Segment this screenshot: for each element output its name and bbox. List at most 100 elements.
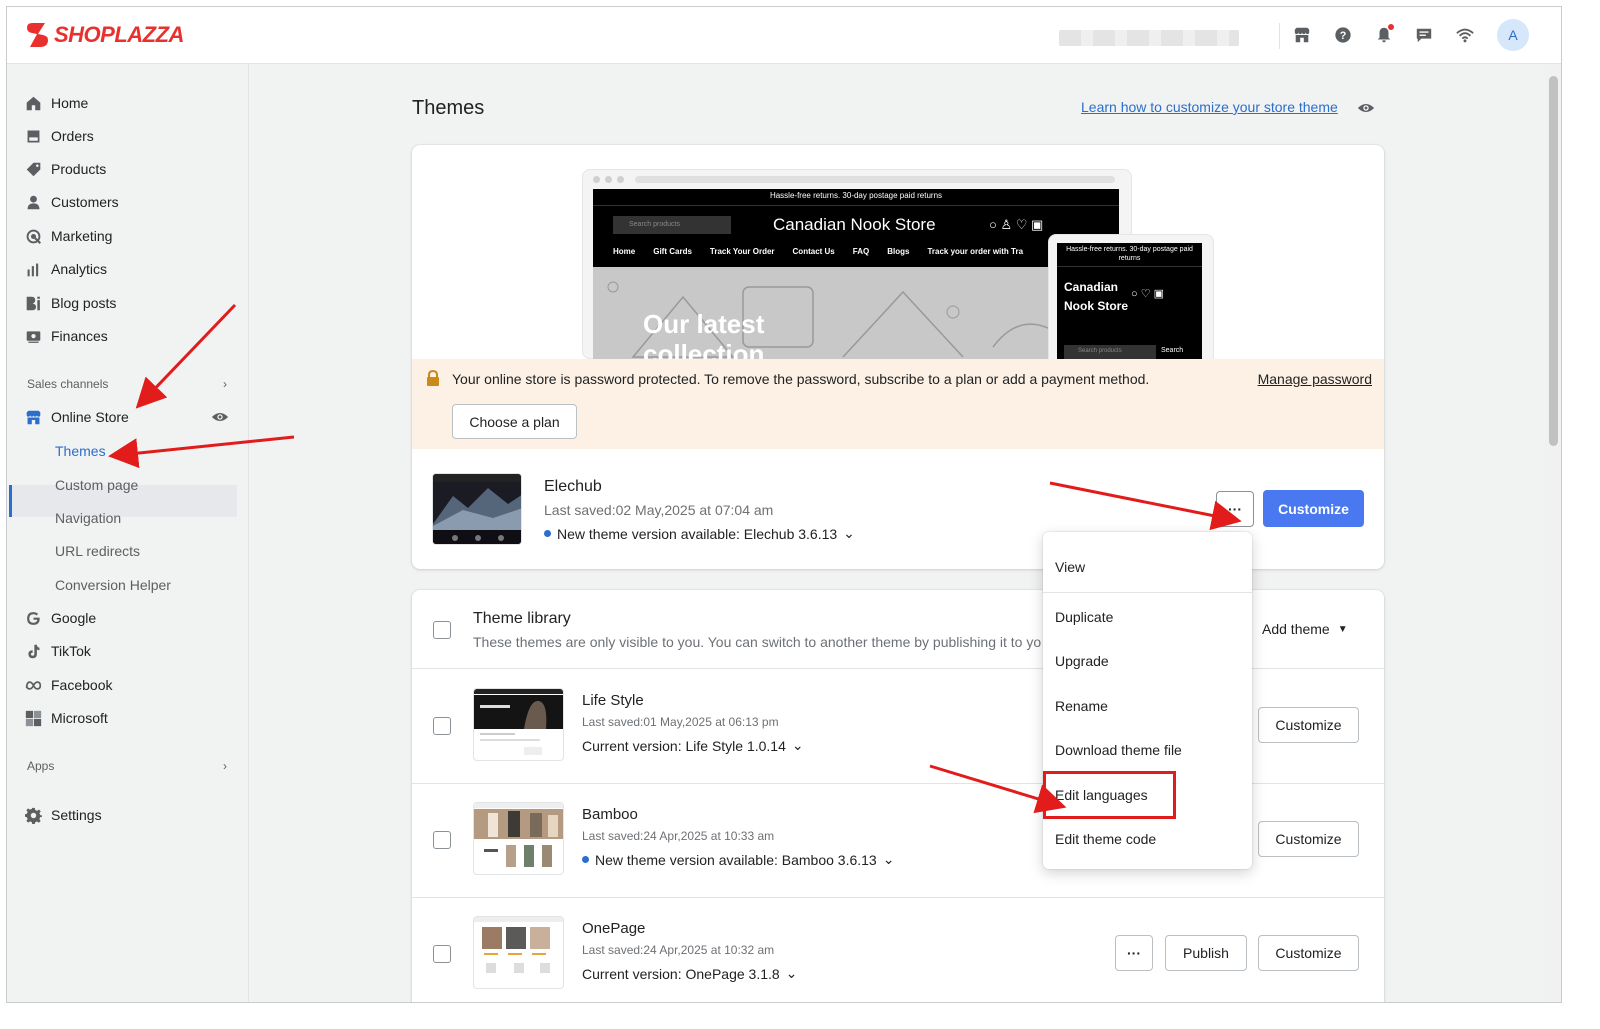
menu-item-rename[interactable]: Rename [1055,698,1108,714]
menu-item-duplicate[interactable]: Duplicate [1055,609,1113,625]
customize-button[interactable]: Customize [1258,935,1359,971]
menu-item-view[interactable]: View [1055,559,1085,575]
preview-hero-text: Our latest collection [643,309,765,359]
sidebar-item-label: Microsoft [51,710,108,726]
sidebar-item-label: Customers [51,194,119,210]
theme-library-title: Theme library [473,610,571,627]
sidebar-item-label: Finances [51,328,108,344]
sidebar-item-themes[interactable]: Themes [55,438,106,464]
sidebar-item-marketing[interactable]: Marketing [23,222,112,250]
sidebar-item-facebook[interactable]: Facebook [23,671,112,699]
brand-name: SHOPLAZZA [54,22,184,47]
add-theme-button[interactable]: Add theme ▼ [1262,621,1348,637]
sidebar-item-conversion-helper[interactable]: Conversion Helper [55,572,171,598]
sidebar-item-tiktok[interactable]: TikTok [23,637,91,665]
store-icon[interactable] [1290,23,1314,47]
chevron-right-icon: › [223,759,227,773]
theme-thumbnail [473,916,564,989]
sidebar-item-microsoft[interactable]: Microsoft [23,704,108,732]
select-all-checkbox[interactable] [433,621,451,639]
preview-store-name: Canadian Nook Store [773,215,936,234]
sidebar-item-online-store[interactable]: Online Store [23,403,229,431]
sidebar-item-finances[interactable]: Finances [23,322,108,350]
gear-icon [23,805,43,825]
blog-icon [23,293,43,313]
version-notice-text: New theme version available: Elechub 3.6… [557,525,838,542]
current-theme-thumbnail [432,473,522,545]
password-banner: Your online store is password protected.… [412,359,1384,449]
chevron-down-icon: ⌄ [843,525,855,541]
menu-item-edit-theme-code[interactable]: Edit theme code [1055,831,1156,847]
page-scrollbar[interactable] [1545,64,1561,1002]
learn-customize-link[interactable]: Learn how to customize your store theme [1081,99,1338,115]
mobile-search: Search products [1064,345,1156,359]
sidebar-item-customers[interactable]: Customers [23,188,119,216]
eye-icon[interactable] [1357,99,1375,122]
store-icon [23,407,43,427]
chat-icon[interactable] [1412,23,1436,47]
theme-version[interactable]: Current version: OnePage 3.1.8 ⌄ [582,965,797,982]
sidebar-item-home[interactable]: Home [23,89,88,117]
avatar[interactable]: A [1497,19,1529,51]
menu-divider [1043,592,1252,593]
current-theme-version-notice[interactable]: New theme version available: Elechub 3.6… [544,525,855,542]
customize-button[interactable]: Customize [1258,707,1359,743]
sidebar-item-label: Marketing [51,228,113,244]
theme-checkbox[interactable] [433,831,451,849]
scrollbar-thumb[interactable] [1549,76,1558,446]
manage-password-link[interactable]: Manage password [1258,371,1372,387]
topbar-divider [1279,23,1280,49]
eye-icon[interactable] [211,408,229,426]
sales-channels-header[interactable]: Sales channels › [27,377,227,391]
sidebar-item-settings[interactable]: Settings [23,801,102,829]
apps-header[interactable]: Apps › [27,759,227,773]
mobile-promo: Hassle-free returns. 30-day postage paid… [1066,246,1193,262]
sidebar-item-blog-posts[interactable]: Blog posts [23,289,116,317]
publish-button[interactable]: Publish [1165,935,1247,971]
theme-version[interactable]: Current version: Life Style 1.0.14 ⌄ [582,737,804,754]
preview-search: Search products [613,216,731,234]
brand-logo[interactable]: SHOPLAZZA [26,22,184,48]
sidebar-item-analytics[interactable]: Analytics [23,255,107,283]
sidebar-item-custom-page[interactable]: Custom page [55,472,138,498]
top-bar: SHOPLAZZA ? A [7,7,1561,64]
svg-text:?: ? [1340,30,1347,42]
choose-plan-button[interactable]: Choose a plan [452,404,577,439]
wifi-icon[interactable] [1453,23,1477,47]
analytics-icon [23,259,43,279]
current-theme-name: Elechub [544,478,602,495]
sidebar-item-google[interactable]: Google [23,604,96,632]
menu-item-download-theme-file[interactable]: Download theme file [1055,742,1182,758]
chevron-right-icon: › [223,377,227,391]
current-theme-card: Hassle-free returns. 30-day postage paid… [412,145,1384,569]
sidebar-item-navigation[interactable]: Navigation [55,505,121,531]
sidebar-item-url-redirects[interactable]: URL redirects [55,538,140,564]
shoplazza-logo-icon [27,23,48,47]
sidebar-item-products[interactable]: Products [23,155,106,183]
customize-button[interactable]: Customize [1258,821,1359,857]
more-actions-button[interactable]: ··· [1216,491,1254,527]
desktop-store-screen: Hassle-free returns. 30-day postage paid… [593,189,1119,359]
tag-icon [23,159,43,179]
help-icon[interactable]: ? [1331,23,1355,47]
apps-label: Apps [27,759,55,773]
sidebar-item-label: Facebook [51,677,113,693]
meta-icon [23,675,43,695]
customize-button[interactable]: Customize [1263,490,1364,527]
sidebar-item-label: Settings [51,807,102,823]
bell-icon[interactable] [1372,23,1396,47]
theme-last-saved: Last saved:01 May,2025 at 06:13 pm [582,715,779,729]
theme-checkbox[interactable] [433,717,451,735]
more-actions-button[interactable]: ··· [1115,935,1153,971]
theme-preview: Hassle-free returns. 30-day postage paid… [582,169,1214,359]
theme-checkbox[interactable] [433,945,451,963]
sidebar-item-label: Online Store [51,409,129,425]
add-theme-label: Add theme [1262,621,1330,637]
theme-library-description: These themes are only visible to you. Yo… [473,634,1042,650]
sidebar-item-orders[interactable]: Orders [23,122,94,150]
theme-version-notice[interactable]: New theme version available: Bamboo 3.6.… [582,851,894,868]
menu-item-upgrade[interactable]: Upgrade [1055,653,1109,669]
sidebar-item-label: Blog posts [51,295,117,311]
sidebar-item-label: Home [51,95,89,111]
sidebar-item-label: Orders [51,128,94,144]
